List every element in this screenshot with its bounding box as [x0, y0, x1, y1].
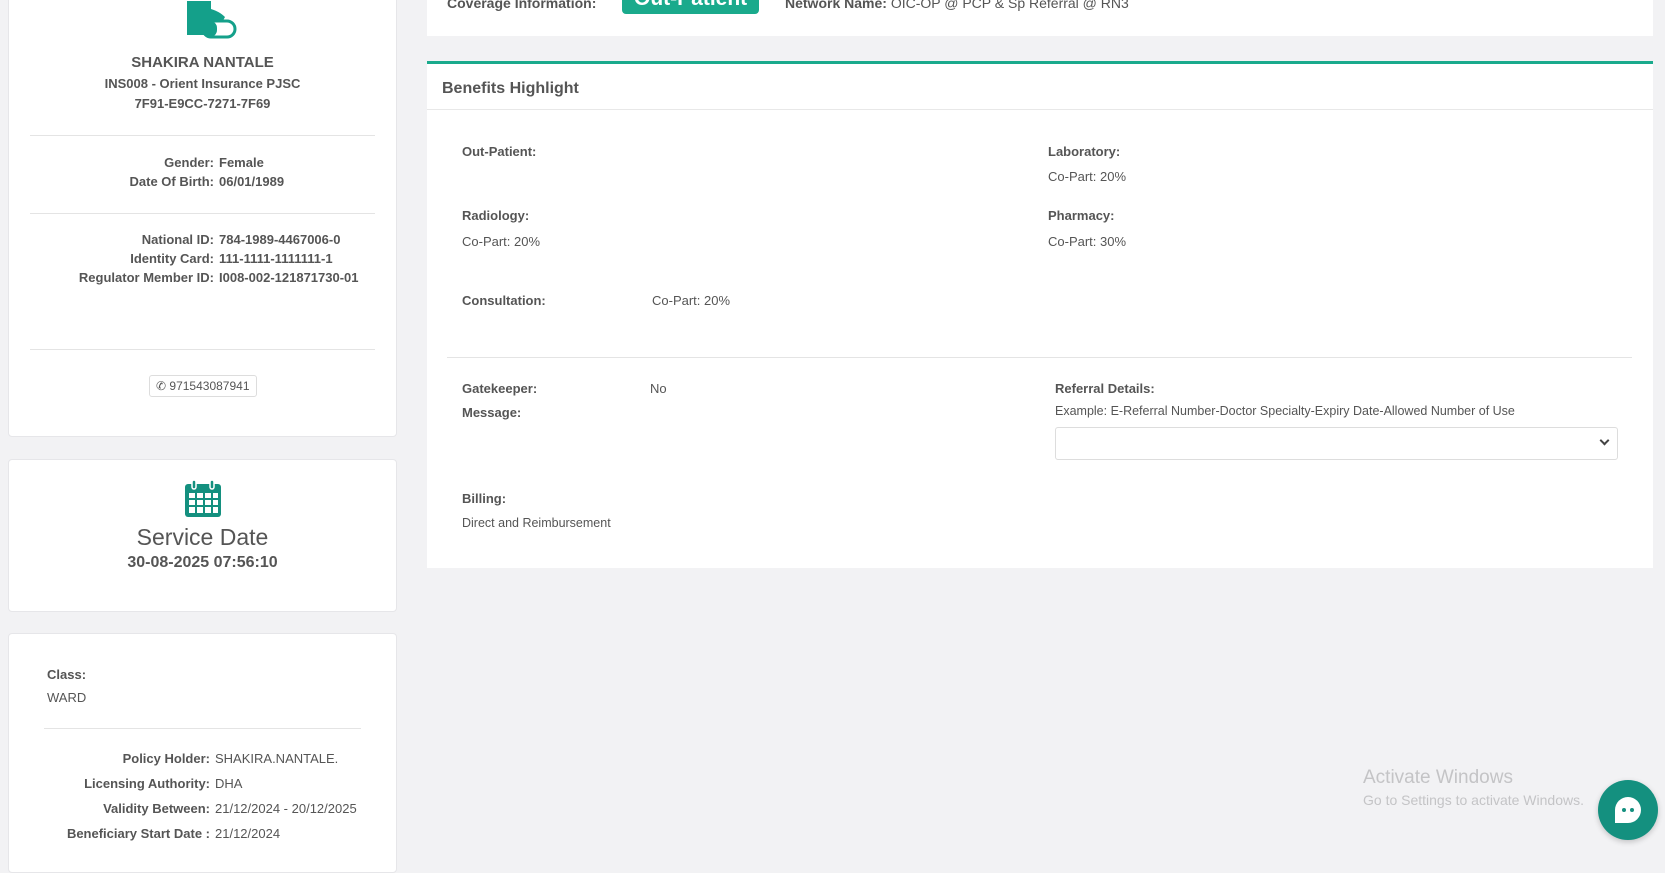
- dob-label: Date Of Birth:: [129, 174, 215, 189]
- network-label: Network Name:: [785, 0, 887, 11]
- pharmacy-value: Co-Part: 30%: [1048, 234, 1127, 249]
- divider: [427, 109, 1653, 110]
- service-date-title: Service Date: [136, 524, 269, 550]
- policy-card: Class: WARD Policy Holder: SHAKIRA.NANTAL…: [8, 633, 397, 873]
- consultation-value: Co-Part: 20%: [652, 293, 731, 308]
- national-id-label: National ID:: [141, 232, 214, 247]
- divider: [30, 213, 375, 214]
- gender-value: Female: [219, 155, 264, 170]
- phone-icon: ✆: [156, 379, 167, 393]
- validity-label: Validity Between:: [103, 801, 210, 816]
- chevron-down-icon: [1599, 435, 1610, 446]
- divider: [44, 728, 361, 729]
- pharmacy-label: Pharmacy:: [1048, 208, 1115, 223]
- coverage-card: Coverage Information: Out-Patient Networ…: [427, 0, 1653, 36]
- regulator-id-value: I008-002-121871730-01: [219, 270, 359, 285]
- phone-number: 971543087941: [169, 379, 250, 393]
- insurer: INS008 - Orient Insurance PJSC: [104, 76, 301, 91]
- coverage-label: Coverage Information:: [447, 0, 597, 11]
- service-date-card: Service Date 30-08-2025 07:56:10: [8, 459, 397, 612]
- dob-value: 06/01/1989: [219, 174, 285, 189]
- chat-bubble-icon: [1615, 797, 1641, 823]
- divider: [30, 349, 375, 350]
- network-value: OIC-OP @ PCP & Sp Referral @ RN3: [890, 0, 1129, 11]
- message-label: Message:: [462, 405, 522, 420]
- billing-value: Direct and Reimbursement: [462, 516, 611, 530]
- out-patient-label: Out-Patient:: [462, 144, 537, 159]
- gender-label: Gender:: [164, 155, 214, 170]
- beneficiary-start-label: Beneficiary Start Date :: [66, 826, 210, 841]
- calendar-icon: [185, 479, 221, 517]
- national-id-value: 784-1989-4467006-0: [219, 232, 341, 247]
- consultation-label: Consultation:: [462, 293, 546, 308]
- radiology-label: Radiology:: [462, 208, 530, 223]
- policy-holder-label: Policy Holder:: [122, 751, 210, 766]
- laboratory-label: Laboratory:: [1048, 144, 1121, 159]
- referral-hint: Example: E-Referral Number-Doctor Specia…: [1055, 404, 1515, 418]
- validity-value: 21/12/2024 - 20/12/2025: [215, 801, 357, 816]
- policy-holder-value: SHAKIRA.NANTALE.: [215, 751, 339, 766]
- member-name: SHAKIRA NANTALE: [131, 54, 274, 71]
- identity-card-label: Identity Card:: [130, 251, 214, 266]
- regulator-id-label: Regulator Member ID:: [78, 270, 214, 285]
- coverage-badge: Out-Patient: [622, 0, 760, 14]
- service-date-value: 30-08-2025 07:56:10: [127, 554, 278, 571]
- phone-badge[interactable]: ✆ 971543087941: [149, 375, 257, 397]
- licensing-authority-label: Licensing Authority:: [84, 776, 210, 791]
- divider: [447, 357, 1632, 358]
- identity-card-value: 111-1111-1111111-1: [219, 251, 333, 266]
- chat-button[interactable]: [1598, 780, 1658, 840]
- card-number: 7F91-E9CC-7271-7F69: [134, 96, 271, 111]
- divider: [30, 135, 375, 136]
- billing-label: Billing:: [462, 491, 507, 506]
- referral-select[interactable]: [1055, 427, 1618, 460]
- class-label: Class:: [47, 667, 87, 682]
- patient-icon: [187, 1, 237, 39]
- gatekeeper-value: No: [650, 381, 667, 396]
- class-value: WARD: [47, 690, 87, 705]
- laboratory-value: Co-Part: 20%: [1048, 169, 1127, 184]
- beneficiary-start-value: 21/12/2024: [215, 826, 281, 841]
- licensing-authority-value: DHA: [215, 776, 243, 791]
- benefits-title: Benefits Highlight: [442, 80, 579, 97]
- member-card: SHAKIRA NANTALE INS008 - Orient Insuranc…: [8, 0, 397, 437]
- referral-label: Referral Details:: [1055, 381, 1155, 396]
- activate-windows-subtitle: Go to Settings to activate Windows.: [1363, 792, 1584, 808]
- radiology-value: Co-Part: 20%: [462, 234, 541, 249]
- activate-windows-title: Activate Windows: [1363, 767, 1513, 788]
- benefits-card: Benefits Highlight Out-Patient: Laborato…: [427, 61, 1653, 568]
- gatekeeper-label: Gatekeeper:: [462, 381, 538, 396]
